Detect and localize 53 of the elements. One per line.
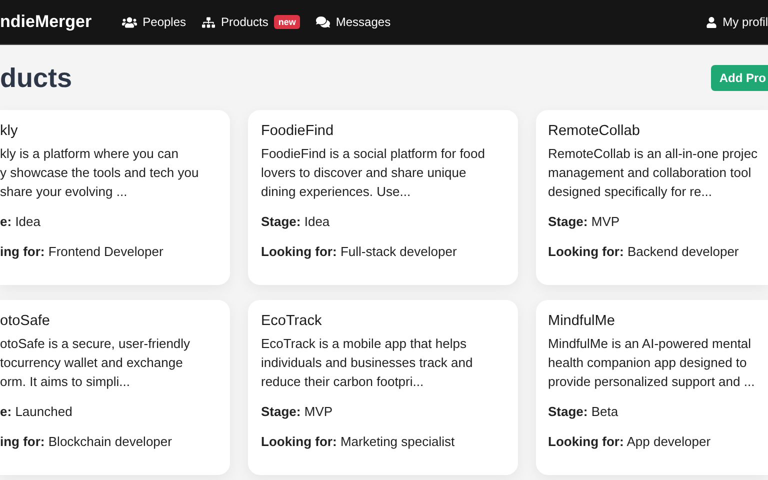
card-description: MindfulMe is an AI-powered mental bbox=[548, 335, 752, 353]
card-description: individuals and businesses track and bbox=[261, 354, 474, 372]
looking-for-text: Looking for: Backend developer bbox=[548, 243, 740, 261]
card-description: lovers to discover and share unique bbox=[261, 164, 468, 182]
profile-link[interactable]: My profil bbox=[706, 13, 768, 31]
user-icon bbox=[706, 16, 717, 28]
product-card[interactable]: otoSafe otoSafe is a secure, user-friendly tocurrency wallet and exchange orm. It aims to simpli... e: Launched ing for: Blockchain developer bbox=[0, 300, 230, 475]
card-description: designed specifically for re... bbox=[548, 183, 714, 201]
nav-link[interactable]: Messages bbox=[316, 13, 391, 31]
card-description: health companion app designed to bbox=[548, 354, 748, 372]
card-title: otoSafe bbox=[0, 312, 51, 331]
looking-for-text: Looking for: App developer bbox=[548, 433, 712, 451]
card-title: RemoteCollab bbox=[548, 122, 641, 141]
card-title: MindfulMe bbox=[548, 312, 616, 331]
nav-link[interactable]: Products bbox=[202, 13, 268, 31]
nav-link[interactable]: Peoples bbox=[122, 13, 186, 31]
stage-text: Stage: Idea bbox=[261, 213, 331, 231]
product-card[interactable]: FoodieFind FoodieFind is a social platform for food lovers to discover and share unique dining experiences. Use... Stage: Idea Looking for: Full-stack developer bbox=[248, 110, 518, 285]
looking-for-text: ing for: Blockchain developer bbox=[0, 433, 173, 451]
card-description: kly is a platform where you can bbox=[0, 145, 180, 163]
product-card[interactable]: MindfulMe MindfulMe is an AI-powered mental health companion app designed to provide personalized support and ... Stage: Beta Looking for: App developer bbox=[536, 300, 768, 475]
card-description: tocurrency wallet and exchange bbox=[0, 354, 184, 372]
card-title: EcoTrack bbox=[261, 312, 323, 331]
stage-text: e: Idea bbox=[0, 213, 42, 231]
looking-for-text: ing for: Frontend Developer bbox=[0, 243, 164, 261]
new-badge: new bbox=[274, 15, 300, 29]
stage-text: Stage: MVP bbox=[261, 403, 334, 421]
looking-for-text: Looking for: Full-stack developer bbox=[261, 243, 458, 261]
logo[interactable]: ndieMerger bbox=[0, 9, 92, 35]
page-title: ducts bbox=[0, 62, 72, 95]
looking-for-text: Looking for: Marketing specialist bbox=[261, 433, 456, 451]
card-description: orm. It aims to simpli... bbox=[0, 373, 132, 391]
product-card[interactable]: RemoteCollab RemoteCollab is an all-in-one projec management and collaboration tool designed specifically for re... Stage: MVP Looking for: Backend developer bbox=[536, 110, 768, 285]
chat-icon bbox=[316, 15, 330, 29]
product-card[interactable]: kly kly is a platform where you can y showcase the tools and tech you share your evolving ... e: Idea ing for: Frontend Developer bbox=[0, 110, 230, 285]
card-description: y showcase the tools and tech you bbox=[0, 164, 200, 182]
card-description: reduce their carbon footpri... bbox=[261, 373, 425, 391]
card-title: kly bbox=[0, 122, 19, 141]
product-card[interactable]: EcoTrack EcoTrack is a mobile app that helps individuals and businesses track and reduce their carbon footpri... Stage: MVP Looking for: Marketing specialist bbox=[248, 300, 518, 475]
card-description: EcoTrack is a mobile app that helps bbox=[261, 335, 468, 353]
card-description: share your evolving ... bbox=[0, 183, 128, 201]
card-description: management and collaboration tool bbox=[548, 164, 752, 182]
card-description: RemoteCollab is an all-in-one projec bbox=[548, 145, 759, 163]
card-title: FoodieFind bbox=[261, 122, 335, 141]
card-description: dining experiences. Use... bbox=[261, 183, 412, 201]
stage-text: e: Launched bbox=[0, 403, 74, 421]
users-icon bbox=[122, 14, 137, 30]
card-description: FoodieFind is a social platform for food bbox=[261, 145, 486, 163]
stage-text: Stage: Beta bbox=[548, 403, 620, 421]
stage-text: Stage: MVP bbox=[548, 213, 621, 231]
sitemap-icon bbox=[202, 16, 216, 28]
card-description: provide personalized support and ... bbox=[548, 373, 756, 391]
card-description: otoSafe is a secure, user-friendly bbox=[0, 335, 192, 353]
